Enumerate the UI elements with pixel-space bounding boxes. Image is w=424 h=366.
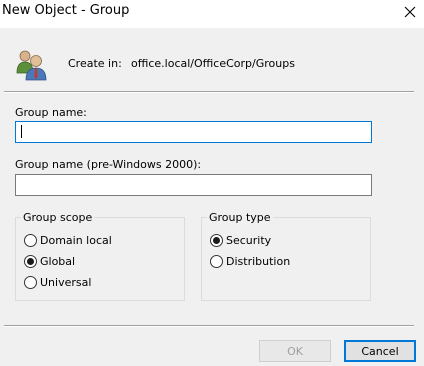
radio-button-icon[interactable] [24, 234, 37, 247]
ok-button[interactable]: OK [259, 340, 331, 362]
cancel-button[interactable]: Cancel [344, 340, 416, 362]
radio-button-icon[interactable] [210, 234, 223, 247]
radio-button-icon[interactable] [210, 255, 223, 268]
scope-universal-radio[interactable]: Universal [24, 276, 91, 289]
group-name-input[interactable] [15, 121, 372, 143]
type-distribution-radio[interactable]: Distribution [210, 255, 290, 268]
title-bar: New Object - Group [0, 0, 424, 28]
radio-label: Universal [40, 276, 92, 289]
pre2000-name-label: Group name (pre-Windows 2000): [15, 158, 202, 171]
radio-label: Security [226, 234, 272, 247]
radio-button-icon[interactable] [24, 276, 37, 289]
group-type-legend: Group type [207, 211, 273, 224]
radio-button-icon[interactable] [24, 255, 37, 268]
group-name-label: Group name: [15, 106, 87, 119]
text-caret [21, 125, 22, 138]
pre2000-name-input[interactable] [15, 174, 372, 196]
create-in-path: office.local/OfficeCorp/Groups [131, 57, 295, 70]
radio-label: Global [40, 255, 76, 268]
close-button[interactable] [396, 0, 424, 24]
users-group-icon [16, 50, 47, 81]
type-security-radio[interactable]: Security [210, 234, 271, 247]
footer-divider [4, 325, 414, 327]
header-divider [4, 91, 414, 93]
scope-domain-local-radio[interactable]: Domain local [24, 234, 112, 247]
scope-global-radio[interactable]: Global [24, 255, 75, 268]
window-title: New Object - Group [2, 3, 130, 18]
radio-label: Domain local [40, 234, 112, 247]
radio-label: Distribution [226, 255, 291, 268]
close-icon [404, 6, 416, 18]
group-scope-legend: Group scope [21, 211, 95, 224]
create-in-label: Create in: [68, 57, 122, 70]
